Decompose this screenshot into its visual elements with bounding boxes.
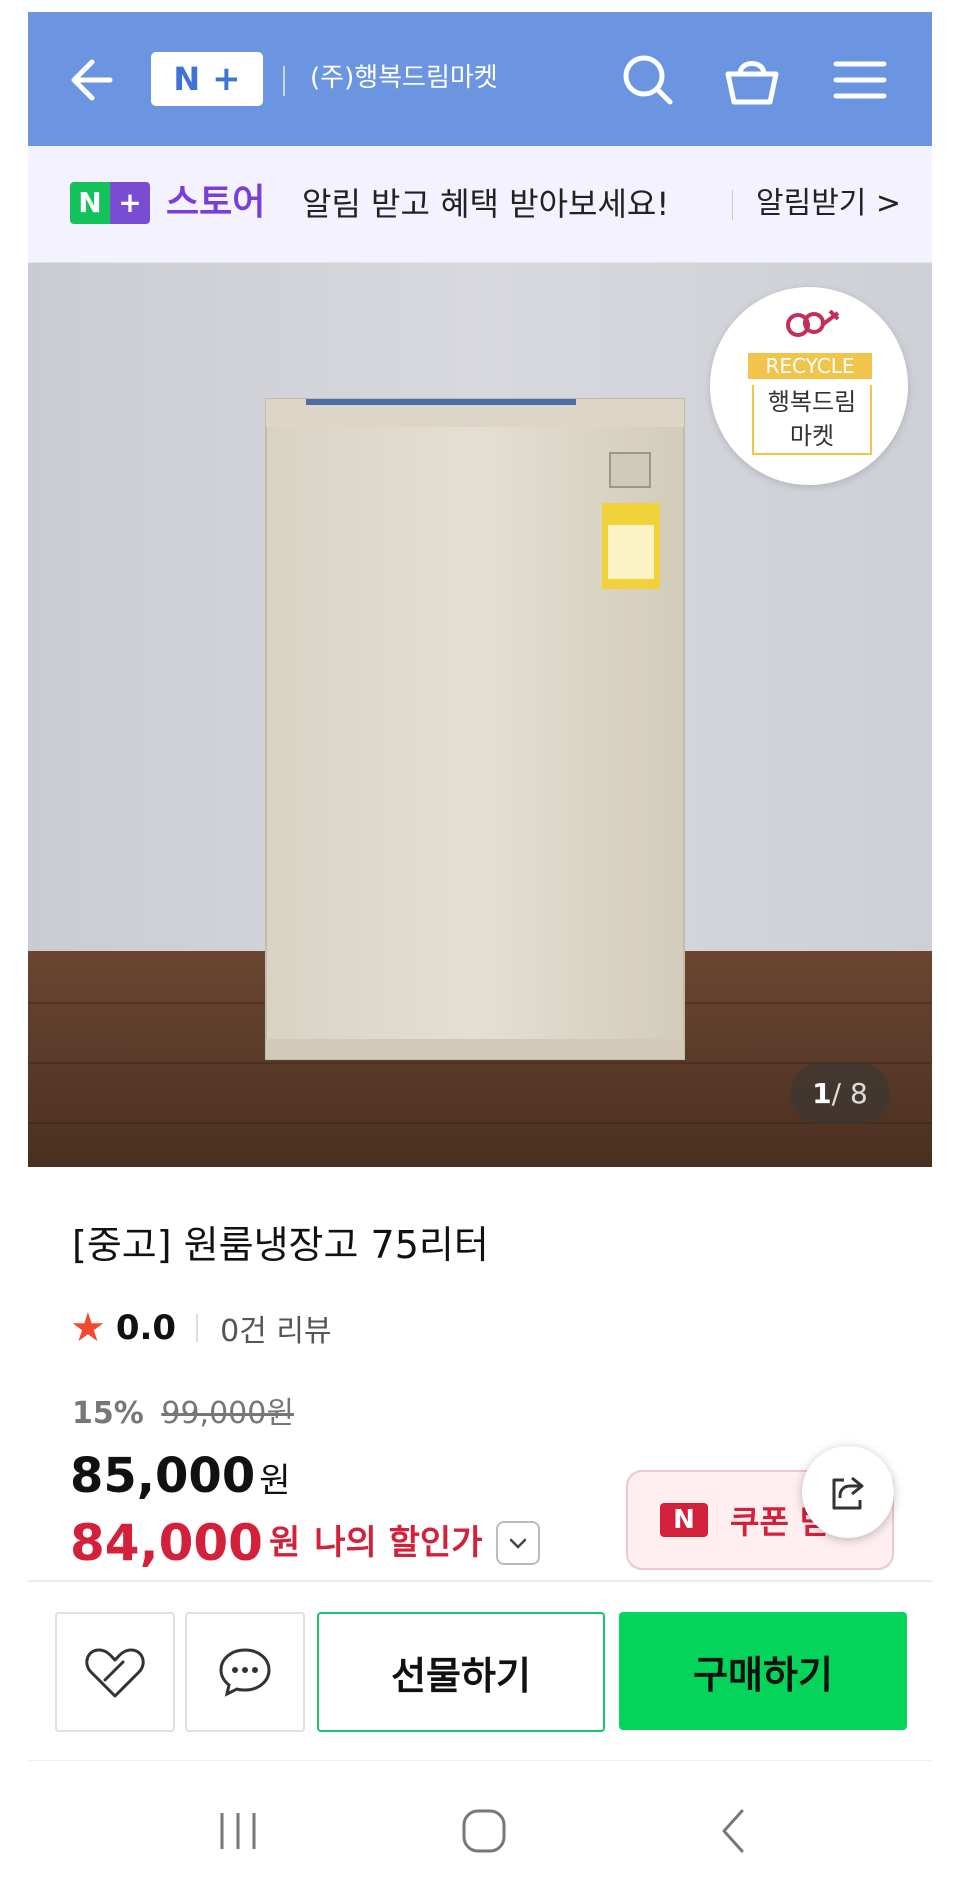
top-header: N + (주)행복드림마켓: [28, 12, 932, 146]
logo-n: N: [173, 60, 201, 98]
app-frame: N + (주)행복드림마켓 N + 스토어 알림 받고 혜택 받아보세요! 알림…: [28, 0, 932, 1893]
badge-plus: +: [110, 182, 150, 224]
sticker-line1: 행복드림: [767, 388, 857, 416]
chat-bubble-icon: [219, 1648, 271, 1697]
store-name[interactable]: (주)행복드림마켓: [310, 58, 498, 98]
my-price-unit: 원: [268, 1523, 301, 1563]
naver-plus-logo[interactable]: N +: [151, 52, 263, 106]
rating-divider: [196, 1314, 199, 1342]
talk-button[interactable]: [185, 1612, 305, 1732]
status-strip: [28, 0, 932, 12]
coupon-n-badge: N: [660, 1503, 708, 1537]
search-icon[interactable]: [616, 48, 680, 112]
recycle-sticker: RECYCLE 행복드림 마켓: [710, 287, 908, 485]
image-total: / 8: [831, 1076, 868, 1110]
product-title: [중고] 원룸냉장고 75리터: [72, 1223, 489, 1267]
alarm-message: 알림 받고 혜택 받아보세요!: [302, 185, 670, 223]
back-nav-icon[interactable]: [704, 1801, 764, 1861]
my-discount-price[interactable]: 84,000 원 나의 할인가: [70, 1512, 541, 1574]
system-nav-bar: [28, 1760, 932, 1893]
sale-price-unit: 원: [259, 1461, 291, 1501]
original-price-row: 15% 99,000원: [72, 1394, 294, 1434]
alarm-button[interactable]: 알림받기 >: [756, 182, 901, 226]
wishlist-button[interactable]: [55, 1612, 175, 1732]
logo-plus: +: [212, 59, 241, 99]
cart-icon[interactable]: [720, 48, 784, 112]
sale-price-value: 85,000: [70, 1448, 256, 1504]
back-arrow-icon[interactable]: [66, 52, 122, 108]
my-price-value: 84,000: [70, 1514, 263, 1572]
chevron-down-icon[interactable]: [496, 1521, 541, 1565]
original-price: 99,000원: [161, 1396, 294, 1431]
rating-score: 0.0: [115, 1308, 177, 1348]
share-icon: [832, 1476, 864, 1510]
home-icon[interactable]: [454, 1801, 514, 1861]
image-current: 1: [812, 1076, 832, 1110]
purchase-bar: 선물하기 구매하기: [28, 1580, 932, 1762]
store-label: 스토어: [166, 182, 266, 223]
gift-button[interactable]: 선물하기: [317, 1612, 605, 1732]
promo-divider: [732, 190, 733, 220]
gift-plug-icon: [786, 309, 840, 337]
share-button[interactable]: [802, 1446, 894, 1538]
recent-apps-icon[interactable]: [208, 1801, 268, 1861]
heart-icon: [85, 1648, 145, 1698]
review-count: 0건 리뷰: [220, 1314, 332, 1349]
badge-n: N: [70, 182, 110, 224]
buy-button[interactable]: 구매하기: [619, 1612, 907, 1730]
sticker-line2: 마켓: [789, 422, 835, 450]
sale-price: 85,000 원: [70, 1446, 291, 1511]
rating-row[interactable]: ★ 0.0 0건 리뷰: [70, 1306, 332, 1350]
sticker-text: 행복드림 마켓: [752, 385, 872, 455]
header-divider: [283, 66, 285, 96]
sticker-recycle-label: RECYCLE: [748, 353, 872, 379]
star-icon: ★: [70, 1305, 106, 1351]
nplus-store-badge: N +: [70, 182, 150, 224]
product-image[interactable]: RECYCLE 행복드림 마켓: [28, 263, 932, 1167]
menu-icon[interactable]: [828, 48, 892, 112]
my-price-label: 나의 할인가: [314, 1523, 483, 1563]
image-counter: 1 / 8: [790, 1062, 890, 1124]
store-alarm-banner: N + 스토어 알림 받고 혜택 받아보세요! 알림받기 >: [28, 146, 932, 263]
discount-percent: 15%: [72, 1396, 144, 1431]
